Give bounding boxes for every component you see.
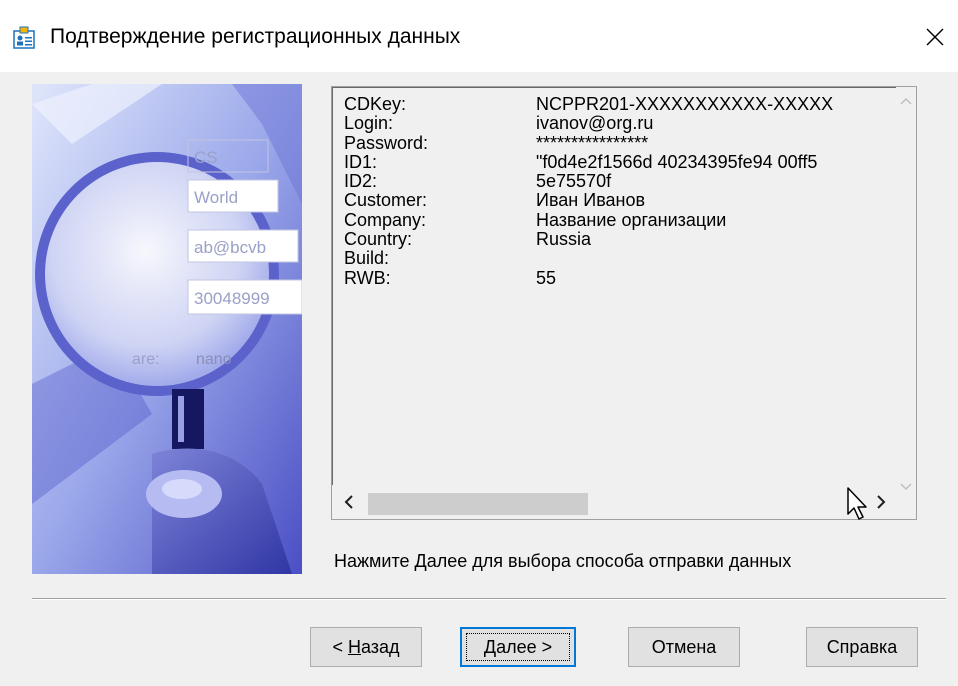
scroll-thumb[interactable] <box>368 493 588 515</box>
scroll-left-icon[interactable] <box>334 485 364 519</box>
list-item: RWB: 55 <box>344 267 557 288</box>
back-button[interactable]: < Назад <box>310 627 422 667</box>
lens-label-nano: nano <box>196 351 232 368</box>
dialog-body: CS World ab@bcvb 30048999 are: nano CDKe… <box>0 72 958 686</box>
vertical-scrollbar[interactable] <box>896 87 916 497</box>
lens-field-cs: CS <box>194 148 218 167</box>
close-button[interactable] <box>912 14 958 60</box>
list-item: Build: <box>344 248 390 269</box>
divider <box>32 598 946 600</box>
window-title: Подтверждение регистрационных данных <box>50 25 461 48</box>
scroll-down-icon[interactable] <box>896 477 916 497</box>
instruction-text: Нажмите Далее для выбора способа отправк… <box>334 551 792 571</box>
next-button[interactable]: Далее > <box>460 627 576 667</box>
wizard-illustration: CS World ab@bcvb 30048999 are: nano <box>32 84 302 574</box>
list-item: Password: **************** <box>344 132 649 153</box>
registration-data-list: CDKey: NCPPR201-XXXXXXXXXXX-XXXXX Login: i… <box>344 95 894 481</box>
cancel-button[interactable]: Отмена <box>628 627 740 667</box>
list-item: ID2: 5e75570f <box>344 171 612 192</box>
list-item: Company: Название организации <box>344 209 727 230</box>
registration-data-box[interactable]: CDKey: NCPPR201-XXXXXXXXXXX-XXXXX Login: i… <box>331 86 917 520</box>
horizontal-scrollbar[interactable] <box>332 485 896 519</box>
list-item: ID1: "f0d4e2f1566d 40234395fe94 00ff5 <box>344 151 818 172</box>
list-item: CDKey: NCPPR201-XXXXXXXXXXX-XXXXX <box>344 95 834 114</box>
list-item: Login: ivanov@org.ru <box>344 113 654 134</box>
help-button[interactable]: Справка <box>806 627 918 667</box>
title-bar: Подтверждение регистрационных данных <box>0 0 958 72</box>
scroll-up-icon[interactable] <box>896 91 916 111</box>
lens-field-number: 30048999 <box>194 289 270 308</box>
mouse-cursor-icon <box>847 487 867 520</box>
list-item: Customer: Иван Иванов <box>344 190 646 211</box>
lens-field-email: ab@bcvb <box>194 238 266 257</box>
scroll-right-icon[interactable] <box>866 485 896 519</box>
lens-field-world: World <box>194 188 238 207</box>
lens-label-are: are: <box>132 351 160 368</box>
close-icon <box>926 28 944 46</box>
list-item: Country: Russia <box>344 229 592 250</box>
app-icon <box>13 26 35 49</box>
